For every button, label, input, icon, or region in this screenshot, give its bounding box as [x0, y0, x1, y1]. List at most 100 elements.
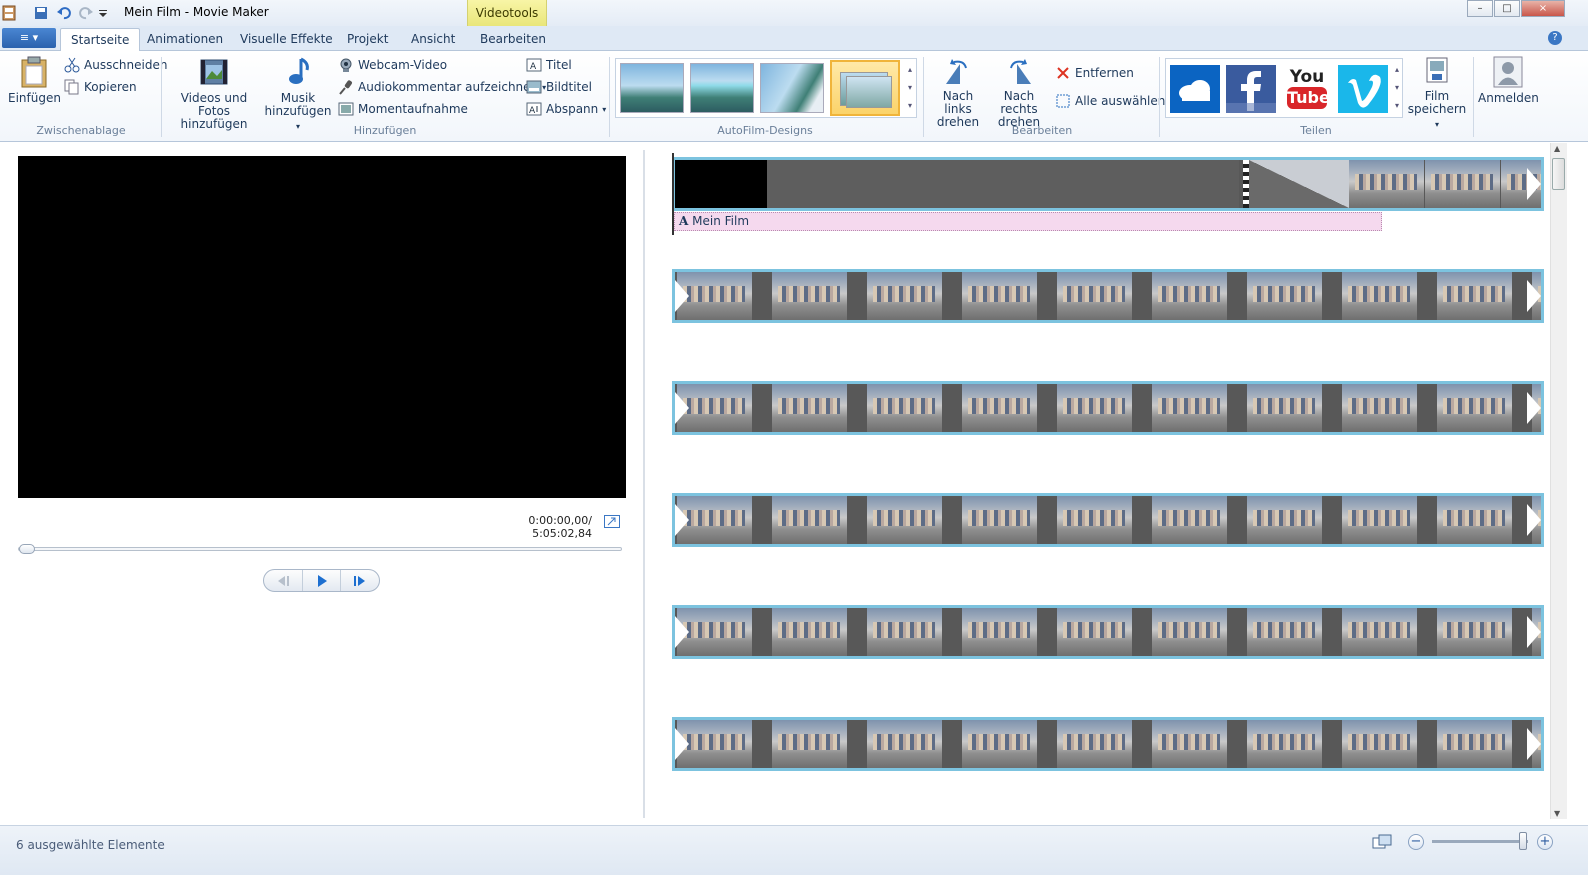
save-movie-button[interactable]: Film speichern ▾ — [1406, 56, 1468, 131]
autofilm-design-1[interactable] — [620, 63, 684, 113]
undo-icon[interactable] — [56, 4, 72, 22]
filmstrip-frame — [962, 496, 1037, 544]
vimeo-icon[interactable] — [1338, 65, 1388, 113]
copy-icon — [64, 79, 79, 95]
scroll-up-icon[interactable]: ▲ — [1554, 144, 1560, 153]
zoom-slider-thumb[interactable] — [1519, 832, 1527, 850]
add-music-button[interactable]: Musik hinzufügen ▾ — [262, 56, 334, 133]
caption-button[interactable]: Bildtitel — [526, 79, 592, 95]
redo-icon[interactable] — [78, 4, 94, 22]
youtube-icon[interactable]: You Tube — [1282, 65, 1332, 113]
copy-label: Kopieren — [84, 80, 137, 94]
app-icon[interactable] — [2, 4, 16, 22]
tab-ansicht[interactable]: Ansicht — [401, 30, 465, 51]
snapshot-button[interactable]: Momentaufnahme — [338, 101, 468, 117]
rotate-left-button[interactable]: Nach links drehen — [928, 58, 988, 129]
microphone-icon — [339, 80, 352, 95]
filmstrip-frame — [1437, 608, 1512, 656]
rotate-right-label-1: Nach rechts — [1000, 89, 1038, 116]
fullscreen-icon[interactable] — [604, 515, 620, 528]
title-label: Titel — [546, 58, 572, 72]
seek-bar[interactable] — [18, 547, 622, 551]
previous-frame-button[interactable] — [264, 570, 303, 591]
vertical-scrollbar[interactable]: ▲ ▼ — [1550, 143, 1567, 819]
filmstrip-frame — [962, 384, 1037, 432]
audio-comment-button[interactable]: Audiokommentar aufzeichnen ▾ — [338, 79, 546, 95]
filmstrip-frame — [962, 720, 1037, 768]
help-icon[interactable]: ? — [1548, 31, 1562, 45]
video-preview[interactable] — [18, 156, 626, 498]
timeline-clip-row-2[interactable] — [672, 269, 1544, 323]
minimize-button[interactable]: – — [1467, 0, 1493, 17]
save-icon[interactable] — [34, 4, 48, 22]
tab-animationen[interactable]: Animationen — [137, 30, 233, 51]
webcam-video-button[interactable]: Webcam-Video — [338, 57, 447, 73]
file-menu-button[interactable]: ≡ ▾ — [2, 28, 56, 48]
credits-button[interactable]: A Abspann ▾ — [526, 101, 606, 117]
webcam-label: Webcam-Video — [358, 58, 448, 72]
timeline-clip-row-3[interactable] — [672, 381, 1544, 435]
facebook-icon[interactable] — [1226, 65, 1276, 113]
filmstrip-frame — [1342, 496, 1417, 544]
zoom-slider-track[interactable] — [1432, 840, 1528, 843]
share-gallery: You Tube ▴ ▾ ▾ — [1165, 58, 1403, 118]
autofilm-design-4-selected[interactable] — [830, 60, 900, 116]
storyboard-view-icon[interactable] — [1372, 834, 1392, 850]
signin-label: Anmelden — [1478, 91, 1539, 105]
autofilm-design-2[interactable] — [690, 63, 754, 113]
play-button[interactable] — [303, 570, 342, 591]
remove-button[interactable]: Entfernen — [1055, 65, 1134, 81]
close-button[interactable]: × — [1521, 0, 1565, 17]
svg-text:A: A — [530, 62, 537, 72]
caption-marker-icon: A — [679, 214, 689, 228]
scroll-down-icon[interactable]: ▼ — [1554, 809, 1560, 818]
tab-bearbeiten[interactable]: Bearbeiten — [470, 30, 556, 51]
maximize-button[interactable]: □ — [1494, 0, 1520, 17]
tab-visuelle-effekte[interactable]: Visuelle Effekte — [230, 30, 343, 51]
zoom-in-button[interactable]: + — [1537, 834, 1553, 850]
add-music-label-2: hinzufügen — [264, 104, 332, 118]
rotate-right-button[interactable]: Nach rechts drehen — [988, 58, 1050, 129]
autofilm-design-3[interactable] — [760, 63, 824, 113]
select-all-button[interactable]: Alle auswählen — [1055, 93, 1165, 109]
filmstrip-frame — [1057, 384, 1132, 432]
signin-button[interactable]: Anmelden — [1478, 56, 1539, 105]
qat-customize-icon[interactable] — [98, 4, 108, 22]
onedrive-icon[interactable] — [1170, 65, 1220, 113]
vertical-scroll-thumb[interactable] — [1552, 158, 1565, 190]
paste-label: Einfügen — [8, 91, 61, 105]
status-bar — [0, 825, 1588, 875]
paste-button[interactable]: Einfügen — [8, 56, 61, 105]
save-movie-icon — [1426, 57, 1448, 83]
share-gallery-scroll[interactable]: ▴ ▾ ▾ — [1392, 61, 1402, 115]
title-button[interactable]: A Titel — [526, 57, 572, 73]
gallery-scroll[interactable]: ▴ ▾ ▾ — [904, 61, 916, 115]
clip-end-arrow — [1527, 392, 1541, 424]
timeline-clip-row-5[interactable] — [672, 605, 1544, 659]
filmstrip-frame — [962, 608, 1037, 656]
playback-controls — [263, 569, 380, 592]
timeline-clip-row-1[interactable] — [672, 157, 1544, 211]
zoom-out-button[interactable]: − — [1408, 834, 1424, 850]
filmstrip-frame — [772, 272, 847, 320]
timeline-clip-row-4[interactable] — [672, 493, 1544, 547]
cut-button[interactable]: Ausschneiden — [64, 57, 167, 73]
next-frame-button[interactable] — [341, 570, 379, 591]
filmstrip-frame — [867, 608, 942, 656]
add-videos-photos-button[interactable]: Videos und Fotos hinzufügen — [166, 56, 262, 131]
caption-track-item[interactable]: A Mein Film — [674, 212, 1382, 231]
paste-icon — [21, 56, 47, 88]
timeline-clip-row-6[interactable] — [672, 717, 1544, 771]
clip-end-arrow — [1527, 168, 1541, 200]
select-all-label: Alle auswählen — [1075, 94, 1166, 108]
select-all-icon — [1056, 94, 1070, 108]
seek-thumb[interactable] — [19, 544, 35, 554]
timecode: 0:00:00,00/ 5:05:02,84 — [528, 514, 592, 540]
filmstrip-frame — [772, 720, 847, 768]
tab-startseite[interactable]: Startseite — [60, 28, 141, 52]
group-label-zwischenablage: Zwischenablage — [36, 124, 126, 137]
youtube-icon-text-top: You — [1289, 67, 1325, 87]
clip-end-arrow — [1527, 616, 1541, 648]
copy-button[interactable]: Kopieren — [64, 79, 137, 95]
tab-projekt[interactable]: Projekt — [337, 30, 398, 51]
